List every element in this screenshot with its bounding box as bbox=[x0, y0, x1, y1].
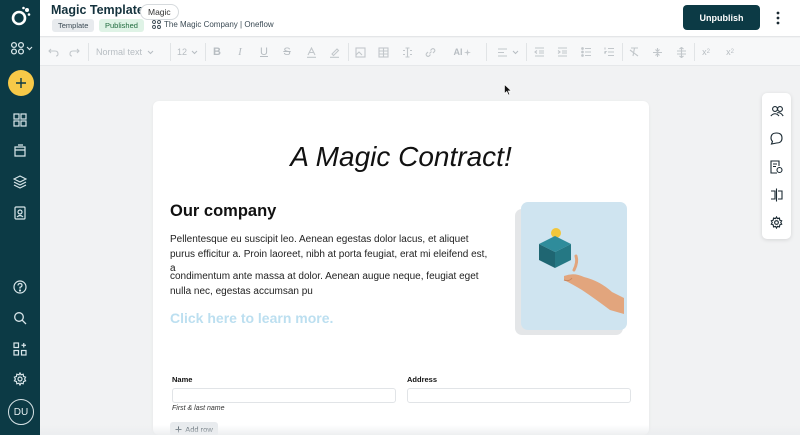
company-label[interactable]: The Magic Company | Oneflow bbox=[152, 20, 274, 29]
company-name: The Magic Company | Oneflow bbox=[164, 20, 274, 29]
text-style-select[interactable]: Normal text bbox=[96, 45, 160, 59]
vertical-align-icon[interactable] bbox=[650, 45, 664, 59]
plus-icon bbox=[175, 426, 182, 432]
toolbar-separator bbox=[88, 43, 89, 61]
document-tag[interactable]: Magic bbox=[140, 4, 179, 20]
hand-cube-illustration bbox=[512, 202, 628, 337]
font-size-value: 12 bbox=[177, 47, 188, 57]
address-input[interactable] bbox=[407, 388, 631, 403]
align-icon[interactable] bbox=[495, 45, 521, 59]
chevron-down-icon bbox=[512, 50, 519, 54]
bullet-list-icon[interactable] bbox=[579, 45, 593, 59]
folder-icon[interactable] bbox=[10, 141, 30, 161]
name-field-label: Name bbox=[172, 375, 193, 384]
numbered-list-icon[interactable] bbox=[602, 45, 616, 59]
indent-icon[interactable] bbox=[555, 45, 569, 59]
help-icon[interactable] bbox=[10, 277, 30, 297]
text-color-icon[interactable] bbox=[304, 45, 318, 59]
add-row-label: Add row bbox=[185, 424, 213, 434]
bold-icon[interactable]: B bbox=[210, 45, 224, 59]
ai-assist-label: AI bbox=[453, 47, 463, 57]
toolbar-separator bbox=[348, 43, 349, 61]
toolbar-separator bbox=[622, 43, 623, 61]
workspace-switcher-icon[interactable] bbox=[10, 38, 34, 58]
section-title[interactable]: Our company bbox=[170, 202, 276, 221]
toolbar-separator bbox=[170, 43, 171, 61]
participants-icon[interactable] bbox=[769, 103, 784, 118]
line-height-icon[interactable] bbox=[674, 45, 688, 59]
undo-icon[interactable] bbox=[46, 45, 60, 59]
comments-icon[interactable] bbox=[769, 131, 784, 146]
highlight-icon[interactable] bbox=[327, 45, 341, 59]
paragraph-text[interactable]: condimentum ante massa at dolor. Aenean … bbox=[170, 270, 495, 299]
dashboard-grid-icon[interactable] bbox=[10, 110, 30, 130]
add-row-button[interactable]: Add row bbox=[170, 422, 218, 435]
settings-gear-icon[interactable] bbox=[769, 215, 784, 230]
published-status-pill: Published bbox=[99, 19, 144, 32]
right-side-panel bbox=[762, 93, 791, 239]
document-header: Magic Template Magic Template Published … bbox=[40, 0, 800, 37]
form-field-icon[interactable] bbox=[400, 45, 414, 59]
toolbar-separator bbox=[486, 43, 487, 61]
mouse-pointer-icon bbox=[504, 83, 513, 96]
superscript-icon[interactable]: x2 bbox=[699, 45, 713, 59]
template-status-pill: Template bbox=[52, 19, 95, 32]
strikethrough-icon[interactable]: S bbox=[280, 45, 294, 59]
font-size-select[interactable]: 12 bbox=[177, 45, 199, 59]
document-settings-icon[interactable] bbox=[769, 159, 784, 174]
clear-format-icon[interactable] bbox=[627, 45, 641, 59]
search-icon[interactable] bbox=[10, 308, 30, 328]
learn-more-link[interactable]: Click here to learn more. bbox=[170, 310, 333, 326]
italic-icon[interactable]: I bbox=[233, 45, 247, 59]
name-field-hint: First & last name bbox=[172, 405, 225, 412]
oneflow-logo-icon[interactable] bbox=[10, 5, 32, 27]
address-field-label: Address bbox=[407, 375, 438, 384]
create-plus-icon bbox=[16, 78, 26, 88]
create-plus-button[interactable] bbox=[8, 70, 34, 96]
chevron-down-icon bbox=[147, 50, 154, 54]
more-options-icon[interactable] bbox=[773, 10, 783, 26]
image-icon[interactable] bbox=[353, 45, 367, 59]
redo-icon[interactable] bbox=[67, 45, 81, 59]
link-icon[interactable] bbox=[423, 45, 437, 59]
toolbar-separator bbox=[694, 43, 695, 61]
editor-toolbar: Normal text 12 B I U S AI x2 x2 bbox=[40, 38, 800, 66]
toolbar-separator bbox=[526, 43, 527, 61]
ai-assist-icon bbox=[463, 48, 471, 56]
document-heading[interactable]: A Magic Contract! bbox=[153, 141, 649, 173]
document-title[interactable]: Magic Template bbox=[51, 3, 144, 17]
templates-layers-icon[interactable] bbox=[10, 172, 30, 192]
document-page: A Magic Contract! Our company Pellentesq… bbox=[153, 101, 649, 435]
workspace-icon bbox=[152, 20, 161, 29]
sections-icon[interactable] bbox=[769, 187, 784, 202]
unpublish-button[interactable]: Unpublish bbox=[683, 5, 760, 30]
marketplace-icon[interactable] bbox=[10, 339, 30, 359]
chevron-down-icon bbox=[191, 50, 198, 54]
ai-assist-button[interactable]: AI bbox=[450, 45, 474, 59]
outdent-icon[interactable] bbox=[532, 45, 546, 59]
subscript-icon[interactable]: x2 bbox=[723, 45, 737, 59]
settings-gear-icon[interactable] bbox=[10, 369, 30, 389]
underline-icon[interactable]: U bbox=[257, 45, 271, 59]
contacts-icon[interactable] bbox=[10, 203, 30, 223]
toolbar-separator bbox=[205, 43, 206, 61]
user-avatar[interactable]: DU bbox=[8, 399, 34, 425]
table-icon[interactable] bbox=[376, 45, 390, 59]
name-input[interactable] bbox=[172, 388, 396, 403]
left-navigation-rail: DU bbox=[0, 0, 40, 435]
text-style-value: Normal text bbox=[96, 47, 143, 57]
